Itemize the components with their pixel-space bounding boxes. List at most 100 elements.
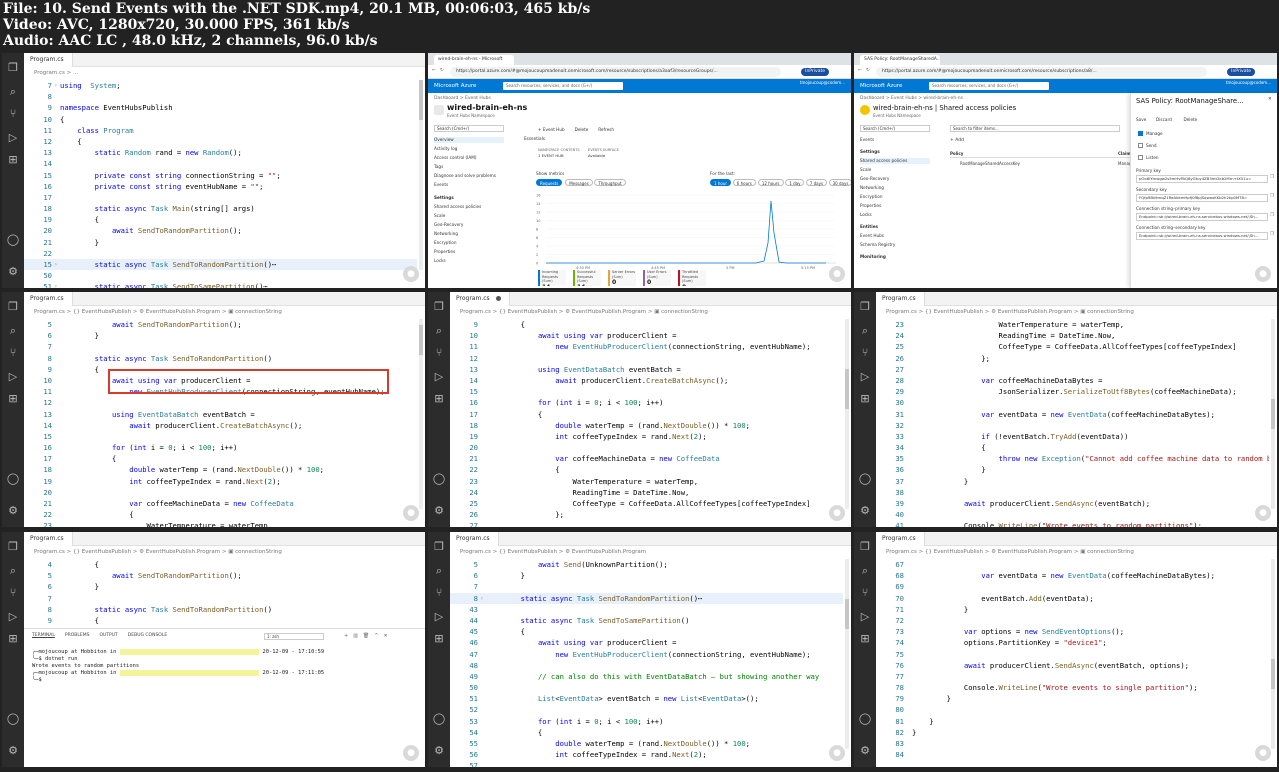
code-line[interactable]: 19 int coffeeTypeIndex = rand.Next(2); <box>24 476 417 487</box>
claim-checkbox[interactable] <box>1138 155 1143 160</box>
search-icon[interactable]: ⌕ <box>6 324 20 338</box>
range-pill[interactable]: 1 hour <box>710 179 731 186</box>
code-line[interactable]: 48 <box>450 660 843 671</box>
account-icon[interactable]: ◯ <box>858 472 872 486</box>
azure-user[interactable]: tmojoucoup@codem... <box>800 80 845 86</box>
code-line[interactable]: 7 <box>24 341 417 352</box>
code-line[interactable]: 19 int coffeeTypeIndex = rand.Next(2); <box>450 431 843 442</box>
code-line[interactable]: 8 › static async Task SendToRandomPartiti… <box>450 592 843 604</box>
scrollbar[interactable] <box>1271 559 1275 749</box>
code-line[interactable]: 18 double waterTemp = (rand.NextDouble()… <box>450 420 843 431</box>
code-line[interactable]: 22 { <box>450 464 843 475</box>
extensions-icon[interactable]: ⊞ <box>858 392 872 406</box>
code-line[interactable]: 27 <box>876 364 1269 375</box>
breadcrumb[interactable]: Program.cs > {} EventHubsPublish > ⚙ Eve… <box>24 306 425 318</box>
code-area[interactable]: 67 68 var eventData = new EventData(coffe… <box>876 559 1269 767</box>
tab-program-cs[interactable]: Program.cs <box>24 292 73 306</box>
breadcrumb[interactable]: Program.cs > {} EventHubsPublish > ⚙ Eve… <box>450 306 851 318</box>
code-line[interactable]: 69 <box>876 581 1269 592</box>
range-pill[interactable]: 30 days <box>828 179 851 186</box>
run-debug-icon[interactable]: ▷ <box>432 610 446 624</box>
account-icon[interactable]: ◯ <box>858 712 872 726</box>
metric-pill[interactable]: Requests <box>536 179 563 186</box>
nav-item[interactable]: Locks <box>860 212 872 218</box>
code-line[interactable]: 77 <box>876 671 1269 682</box>
code-line[interactable]: 14 await producerClient.CreateBatchAsync… <box>24 420 417 431</box>
code-line[interactable]: 14 <box>24 158 417 169</box>
files-icon[interactable]: ❐ <box>432 300 446 314</box>
azure-search[interactable]: Search resources, services, and docs (G+… <box>503 82 623 90</box>
code-line[interactable]: 12 <box>450 353 843 364</box>
code-line[interactable]: 21 } <box>24 237 417 248</box>
panel-action-button[interactable]: Delete <box>1184 117 1198 123</box>
policy-row[interactable]: RootManageSharedAccessKey <box>960 161 1020 167</box>
settings-gear-icon[interactable]: ⚙ <box>6 265 20 279</box>
files-icon[interactable]: ❐ <box>858 540 872 554</box>
code-line[interactable]: 40 <box>876 509 1269 520</box>
copy-icon[interactable]: ❐ <box>1270 194 1274 200</box>
code-line[interactable]: 49 // can also do this with EventDataBat… <box>450 671 843 682</box>
shell-select[interactable]: 1: zsh <box>264 633 324 640</box>
close-icon[interactable]: ✕ <box>1268 97 1272 103</box>
code-line[interactable]: 47 new EventHubProducerClient(connection… <box>450 649 843 660</box>
code-line[interactable]: 10 { <box>24 114 417 125</box>
nav-item[interactable]: Overview <box>434 137 504 143</box>
code-line[interactable]: 25 CoffeeType = CoffeeData.AllCoffeeType… <box>450 498 843 509</box>
back-icon[interactable]: ← <box>858 68 862 74</box>
toolbar-button[interactable]: Delete <box>575 127 589 133</box>
code-line[interactable]: 27 <box>450 520 843 527</box>
nav-item[interactable]: Events <box>434 182 448 188</box>
code-line[interactable]: 81 } <box>876 716 1269 727</box>
code-line[interactable]: 15 private const string connectionString… <box>24 170 417 181</box>
settings-gear-icon[interactable]: ⚙ <box>6 744 20 758</box>
code-line[interactable]: 22 <box>24 248 417 259</box>
panel-action-button[interactable]: Save <box>1136 117 1146 123</box>
nav-item[interactable]: Shared access policies <box>860 158 930 164</box>
settings-gear-icon[interactable]: ⚙ <box>858 744 872 758</box>
code-line[interactable]: 7 <box>24 593 417 604</box>
nav-item[interactable]: Activity log <box>434 146 457 152</box>
nav-item[interactable]: Tags <box>434 164 443 170</box>
code-line[interactable]: 80 <box>876 704 1269 715</box>
code-line[interactable]: 43 <box>450 604 843 615</box>
code-line[interactable]: 54 { <box>450 727 843 738</box>
code-line[interactable]: 35 throw new Exception("Cannot add coffe… <box>876 453 1269 464</box>
extensions-icon[interactable]: ⊞ <box>432 392 446 406</box>
terminal-tab[interactable]: TERMINAL <box>32 633 55 638</box>
code-line[interactable]: 79 } <box>876 693 1269 704</box>
fold-chevron-icon[interactable]: › <box>54 259 58 270</box>
settings-gear-icon[interactable]: ⚙ <box>432 504 446 518</box>
fold-chevron-icon[interactable]: › <box>480 593 484 604</box>
code-line[interactable]: 6 } <box>24 330 417 341</box>
code-line[interactable]: 24 ReadingTime = DateTime.Now, <box>450 487 843 498</box>
code-line[interactable]: 18 static async Task Main(string[] args) <box>24 203 417 214</box>
code-line[interactable]: 15 <box>24 431 417 442</box>
code-line[interactable]: 50 <box>24 270 417 281</box>
code-line[interactable]: 45 { <box>450 626 843 637</box>
files-icon[interactable]: ❐ <box>6 300 20 314</box>
source-control-icon[interactable]: ⑂ <box>6 107 20 121</box>
nav-item[interactable]: Encryption <box>860 194 882 200</box>
essentials-toggle[interactable]: Essentials <box>524 136 545 142</box>
extensions-icon[interactable]: ⊞ <box>6 153 20 167</box>
code-line[interactable]: 17 <box>24 192 417 203</box>
code-line[interactable]: 56 int coffeeTypeIndex = rand.Next(2); <box>450 749 843 760</box>
terminal-tab[interactable]: PROBLEMS <box>65 633 90 638</box>
back-icon[interactable]: ← <box>432 68 436 74</box>
code-area[interactable]: 5 await Send(UnknownPartition(); 6 } 7 8 › s… <box>450 559 843 767</box>
azure-user[interactable]: tmojoucoup@codem... <box>1226 80 1271 86</box>
code-line[interactable]: 33 if (!eventBatch.TryAdd(eventData)) <box>876 431 1269 442</box>
tab-program-cs[interactable]: Program.cs <box>876 532 925 546</box>
nav-item[interactable]: Access control (IAM) <box>434 155 477 161</box>
breadcrumb[interactable]: Program.cs > {} EventHubsPublish > ⚙ Eve… <box>24 546 425 558</box>
code-line[interactable]: 13 static Random rand = new Random(); <box>24 147 417 158</box>
metric-card[interactable]: User Errors (Sum) 0 <box>643 270 671 286</box>
range-pill[interactable]: 6 hours <box>732 179 756 186</box>
code-line[interactable]: 14 await producerClient.CreateBatchAsync… <box>450 375 843 386</box>
browser-tab[interactable]: SAS Policy: RootManageSharedA... <box>860 55 940 65</box>
tab-program-cs[interactable]: Program.cs <box>450 292 510 306</box>
code-line[interactable]: 9 { <box>24 615 417 626</box>
toolbar-button[interactable]: Refresh <box>598 127 614 133</box>
code-line[interactable]: 28 var coffeeMachineDataBytes = <box>876 375 1269 386</box>
files-icon[interactable]: ❐ <box>6 61 20 75</box>
